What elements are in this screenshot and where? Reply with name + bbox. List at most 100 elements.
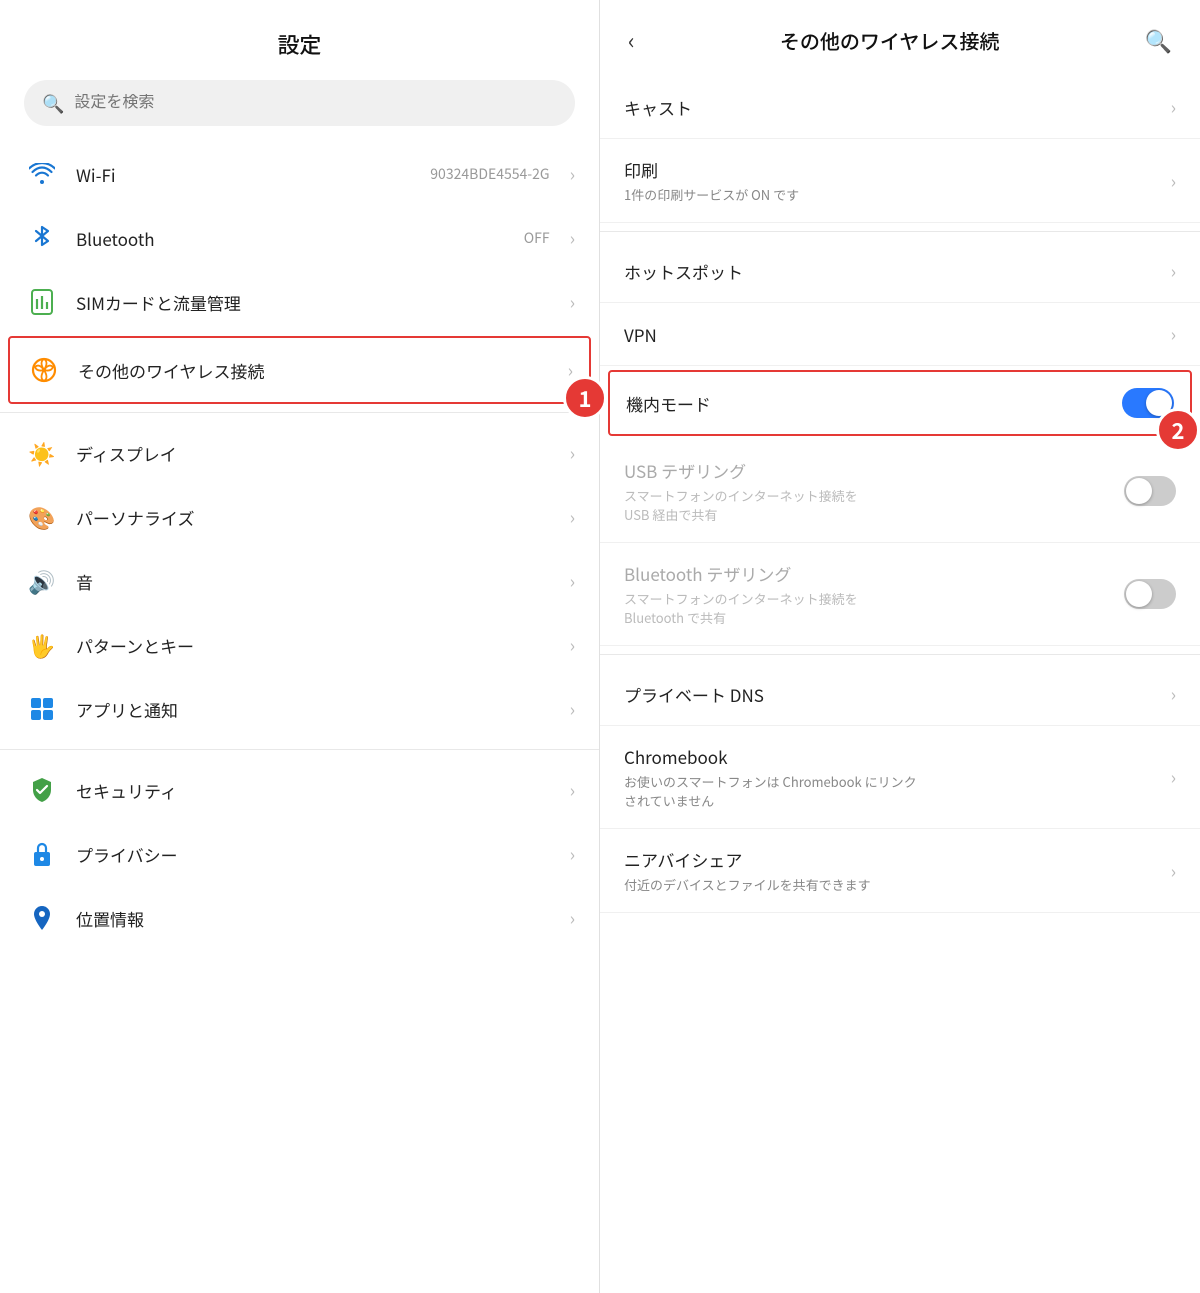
privacy-chevron: ›: [570, 841, 575, 867]
wireless-other-icon: [26, 352, 62, 388]
sidebar-item-pattern[interactable]: 🖐️ パターンとキー ›: [0, 613, 599, 677]
chromebook-chevron: ›: [1171, 764, 1176, 790]
dns-label-area: プライベート DNS: [624, 682, 1155, 707]
sidebar-item-display[interactable]: ☀️ ディスプレイ ›: [0, 421, 599, 485]
right-item-chromebook[interactable]: Chromebook お使いのスマートフォンは Chromebook にリンクさ…: [600, 726, 1200, 829]
personalize-icon: 🎨: [24, 499, 60, 535]
sidebar-item-privacy[interactable]: プライバシー ›: [0, 822, 599, 886]
personalize-label: パーソナライズ: [76, 505, 554, 530]
right-item-dns[interactable]: プライベート DNS ›: [600, 663, 1200, 726]
location-label: 位置情報: [76, 906, 554, 931]
bluetooth-chevron: ›: [570, 225, 575, 251]
right-search-button[interactable]: 🔍: [1137, 20, 1180, 60]
display-label-area: ディスプレイ: [76, 441, 554, 466]
bluetooth-label: Bluetooth: [76, 226, 508, 251]
right-item-cast[interactable]: キャスト ›: [600, 76, 1200, 139]
sidebar-item-sim[interactable]: SIMカードと流量管理 ›: [0, 270, 599, 334]
right-item-airplane[interactable]: 機内モード 2: [608, 370, 1192, 436]
print-label-area: 印刷 1件の印刷サービスが ON です: [624, 157, 1155, 204]
wifi-label: Wi-Fi: [76, 162, 414, 187]
right-divider-1: [600, 231, 1200, 232]
print-label: 印刷: [624, 157, 1155, 182]
search-input[interactable]: [74, 94, 557, 112]
hotspot-label-area: ホットスポット: [624, 259, 1155, 284]
privacy-label: プライバシー: [76, 842, 554, 867]
wifi-icon: [24, 156, 60, 192]
sidebar-item-bluetooth[interactable]: Bluetooth OFF ›: [0, 206, 599, 270]
vpn-label: VPN: [624, 322, 1155, 347]
security-chevron: ›: [570, 777, 575, 803]
sim-chevron: ›: [570, 289, 575, 315]
sound-chevron: ›: [570, 568, 575, 594]
right-item-vpn[interactable]: VPN ›: [600, 303, 1200, 366]
right-item-print[interactable]: 印刷 1件の印刷サービスが ON です ›: [600, 139, 1200, 223]
sim-icon: [24, 284, 60, 320]
cast-chevron: ›: [1171, 94, 1176, 120]
display-chevron: ›: [570, 440, 575, 466]
left-panel-title: 設定: [0, 0, 599, 80]
apps-chevron: ›: [570, 696, 575, 722]
wireless-label: その他のワイヤレス接続: [78, 358, 552, 383]
pattern-chevron: ›: [570, 632, 575, 658]
search-bar[interactable]: 🔍: [24, 80, 575, 126]
usb-toggle-knob: [1126, 478, 1152, 504]
sim-label: SIMカードと流量管理: [76, 290, 554, 315]
usb-tether-label-area: USB テザリング スマートフォンのインターネット接続をUSB 経由で共有: [624, 458, 1108, 524]
right-item-nearby[interactable]: ニアバイシェア 付近のデバイスとファイルを共有できます ›: [600, 829, 1200, 913]
sidebar-item-security[interactable]: セキュリティ ›: [0, 758, 599, 822]
chromebook-label: Chromebook: [624, 744, 1155, 769]
right-panel: ‹ その他のワイヤレス接続 🔍 キャスト › 印刷 1件の印刷サービスが ON …: [600, 0, 1200, 1293]
print-sub: 1件の印刷サービスが ON です: [624, 185, 1155, 204]
bt-tether-label: Bluetooth テザリング: [624, 561, 1108, 586]
pattern-label-area: パターンとキー: [76, 633, 554, 658]
bluetooth-status: OFF: [524, 228, 550, 248]
privacy-label-area: プライバシー: [76, 842, 554, 867]
right-panel-header: ‹ その他のワイヤレス接続 🔍: [600, 0, 1200, 76]
sidebar-item-personalize[interactable]: 🎨 パーソナライズ ›: [0, 485, 599, 549]
location-label-area: 位置情報: [76, 906, 554, 931]
sim-label-area: SIMカードと流量管理: [76, 290, 554, 315]
privacy-icon: [24, 836, 60, 872]
cast-label-area: キャスト: [624, 95, 1155, 120]
display-icon: ☀️: [24, 435, 60, 471]
right-panel-title: その他のワイヤレス接続: [653, 26, 1127, 55]
wifi-chevron: ›: [570, 161, 575, 187]
sidebar-item-wifi[interactable]: Wi-Fi 90324BDE4554-2G ›: [0, 142, 599, 206]
right-item-usb-tether: USB テザリング スマートフォンのインターネット接続をUSB 経由で共有: [600, 440, 1200, 543]
sound-label: 音: [76, 569, 554, 594]
bt-tether-label-area: Bluetooth テザリング スマートフォンのインターネット接続をBlueto…: [624, 561, 1108, 627]
wifi-network: 90324BDE4554-2G: [430, 164, 549, 184]
location-chevron: ›: [570, 905, 575, 931]
bt-tether-toggle: [1124, 579, 1176, 609]
wifi-label-area: Wi-Fi: [76, 162, 414, 187]
bt-tether-sub: スマートフォンのインターネット接続をBluetooth で共有: [624, 589, 1108, 627]
divider-2: [0, 749, 599, 750]
nearby-label-area: ニアバイシェア 付近のデバイスとファイルを共有できます: [624, 847, 1155, 894]
right-item-hotspot[interactable]: ホットスポット ›: [600, 240, 1200, 303]
sidebar-item-location[interactable]: 位置情報 ›: [0, 886, 599, 950]
usb-tether-sub: スマートフォンのインターネット接続をUSB 経由で共有: [624, 486, 1108, 524]
chromebook-label-area: Chromebook お使いのスマートフォンは Chromebook にリンクさ…: [624, 744, 1155, 810]
left-panel: 設定 🔍 Wi-Fi 90324BDE4554-2G › Bluetooth: [0, 0, 600, 1293]
pattern-label: パターンとキー: [76, 633, 554, 658]
apps-icon: [24, 691, 60, 727]
sidebar-item-apps[interactable]: アプリと通知 ›: [0, 677, 599, 741]
annotation-2: 2: [1156, 408, 1200, 452]
back-button[interactable]: ‹: [620, 20, 643, 60]
sidebar-item-sound[interactable]: 🔊 音 ›: [0, 549, 599, 613]
dns-label: プライベート DNS: [624, 682, 1155, 707]
right-item-bt-tether: Bluetooth テザリング スマートフォンのインターネット接続をBlueto…: [600, 543, 1200, 646]
location-icon: [24, 900, 60, 936]
apps-label: アプリと通知: [76, 697, 554, 722]
vpn-label-area: VPN: [624, 322, 1155, 347]
sound-icon: 🔊: [24, 563, 60, 599]
sidebar-item-wireless[interactable]: その他のワイヤレス接続 › 1: [8, 336, 591, 404]
security-label: セキュリティ: [76, 778, 554, 803]
nearby-label: ニアバイシェア: [624, 847, 1155, 872]
search-icon: 🔍: [42, 90, 64, 116]
security-label-area: セキュリティ: [76, 778, 554, 803]
airplane-label-area: 機内モード: [626, 391, 1106, 416]
display-label: ディスプレイ: [76, 441, 554, 466]
cast-label: キャスト: [624, 95, 1155, 120]
nearby-chevron: ›: [1171, 858, 1176, 884]
